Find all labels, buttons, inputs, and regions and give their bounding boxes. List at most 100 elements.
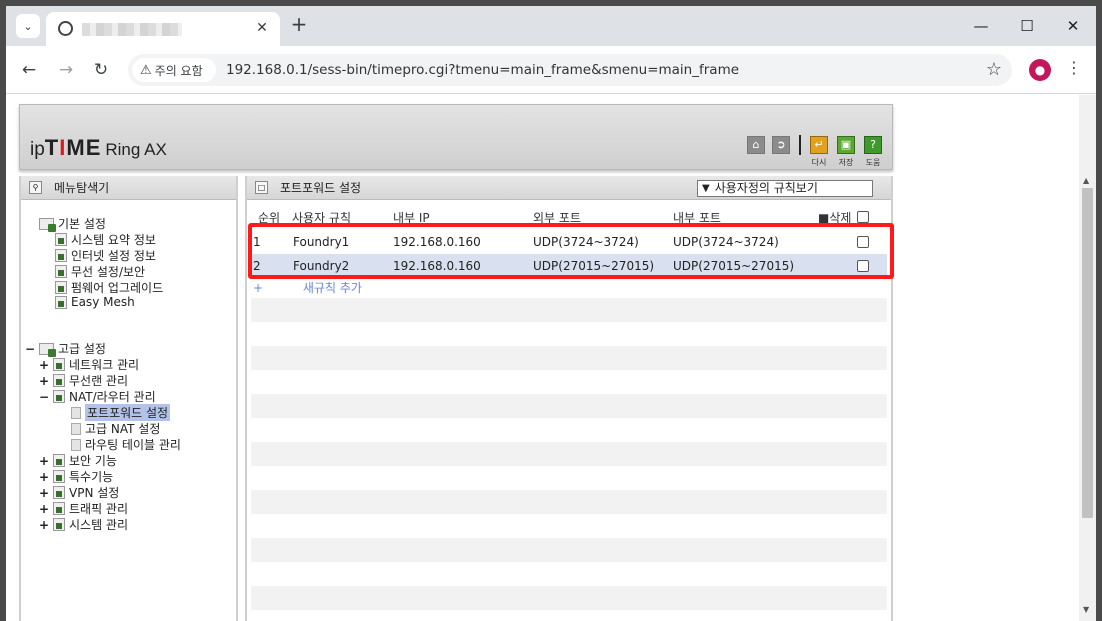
col-ip: 내부 IP: [393, 211, 430, 225]
url-text[interactable]: 192.168.0.1/sess-bin/timepro.cgi?tmenu=m…: [226, 62, 739, 78]
menu-wireless-security[interactable]: 무선 설정/보안: [55, 263, 145, 280]
menu-vpn[interactable]: + VPN 설정: [39, 484, 119, 501]
col-no: 순위: [258, 211, 281, 225]
logout-icon[interactable]: ➲: [772, 136, 790, 154]
add-rule-link[interactable]: + 새규칙 추가: [253, 279, 362, 296]
menu-advanced-settings[interactable]: − 고급 설정: [25, 340, 106, 357]
reload-icon[interactable]: ↻: [90, 59, 112, 81]
help-icon[interactable]: ?: [864, 136, 882, 154]
bookmark-star-icon[interactable]: ☆: [986, 59, 1002, 80]
menu-routing-table-label: 라우팅 테이블 관리: [85, 438, 181, 452]
menu-firmware-upgrade-label: 펌웨어 업그레이드: [71, 281, 164, 295]
row-delete-checkbox[interactable]: [857, 260, 869, 272]
menu-system-summary[interactable]: 시스템 요약 정보: [55, 231, 156, 248]
refresh-label[interactable]: 다시: [806, 157, 832, 168]
expand-plus-icon[interactable]: +: [39, 374, 49, 388]
menu-system[interactable]: + 시스템 관리: [39, 516, 128, 533]
table-row[interactable]: 2 Foundry2 192.168.0.160 UDP(27015~27015…: [251, 254, 887, 278]
forward-arrow-icon[interactable]: →: [55, 59, 77, 81]
menu-network[interactable]: + 네트워크 관리: [39, 356, 139, 373]
row-ext-port: UDP(27015~27015): [533, 259, 655, 273]
row-ip: 192.168.0.160: [393, 235, 481, 249]
tab-strip: ⌄ ✕ + — ☐ ✕: [6, 6, 1096, 46]
menu-firmware-upgrade[interactable]: 펌웨어 업그레이드: [55, 279, 163, 296]
router-admin-frame: ip TIME Ring AX ⌂ ➲ ↵ 다시 ▣ 저장 ? 도움 ⚲ 메뉴탐…: [19, 98, 894, 621]
port-forward-title: 포트포워드 설정: [280, 181, 362, 195]
col-int-port: 내부 포트: [673, 211, 721, 225]
expand-plus-icon[interactable]: +: [39, 518, 49, 532]
scroll-down-icon[interactable]: ▼: [1083, 605, 1089, 614]
menu-port-forward[interactable]: 포트포워드 설정: [71, 404, 171, 421]
tab-close-icon[interactable]: ✕: [254, 20, 270, 36]
menu-wireless-lan[interactable]: + 무선랜 관리: [39, 372, 128, 389]
toolbar-divider: [799, 135, 801, 155]
address-bar[interactable]: ⚠ 주의 요함 192.168.0.1/sess-bin/timepro.cgi…: [128, 54, 1012, 86]
expand-plus-icon[interactable]: +: [39, 486, 49, 500]
network-icon: [53, 358, 65, 371]
logo-model: Ring AX: [105, 140, 167, 159]
menu-nat-router-label: NAT/라우터 관리: [69, 390, 156, 404]
menu-kebab-icon[interactable]: ⋮: [1066, 58, 1082, 77]
active-tab[interactable]: ✕: [46, 12, 280, 46]
menu-easy-mesh[interactable]: Easy Mesh: [55, 295, 135, 309]
menu-basic-settings[interactable]: 기본 설정: [39, 215, 106, 232]
menu-port-forward-label: 포트포워드 설정: [85, 404, 171, 421]
rule-view-select[interactable]: ▼ 사용자정의 규칙보기: [697, 180, 873, 197]
menu-security[interactable]: + 보안 기능: [39, 452, 117, 469]
menu-special[interactable]: + 특수기능: [39, 468, 113, 485]
router-icon: [53, 390, 65, 403]
menu-system-summary-label: 시스템 요약 정보: [71, 233, 156, 247]
table-row[interactable]: 1 Foundry1 192.168.0.160 UDP(3724~3724) …: [251, 230, 887, 254]
expand-plus-icon[interactable]: +: [39, 358, 49, 372]
tab-title-redacted: [82, 23, 182, 36]
row-int-port: UDP(27015~27015): [673, 259, 795, 273]
col-delete: ■삭제: [818, 211, 852, 225]
add-rule-label: 새규칙 추가: [302, 281, 362, 295]
select-all-checkbox[interactable]: [857, 211, 869, 223]
refresh-icon[interactable]: ↵: [810, 136, 828, 154]
menu-system-label: 시스템 관리: [69, 518, 129, 532]
logo-t: T: [44, 135, 60, 160]
expand-plus-icon[interactable]: +: [39, 502, 49, 516]
row-no: 2: [253, 259, 261, 273]
expand-plus-icon[interactable]: +: [39, 470, 49, 484]
warning-triangle-icon: ⚠: [140, 62, 152, 78]
menu-advanced-nat-label: 고급 NAT 설정: [85, 422, 161, 436]
help-label[interactable]: 도움: [860, 157, 886, 168]
logo-ip: ip: [30, 139, 45, 160]
empty-row: [251, 490, 887, 514]
menu-advanced-nat[interactable]: 고급 NAT 설정: [71, 420, 160, 437]
new-tab-button[interactable]: +: [289, 14, 309, 35]
menu-internet-settings[interactable]: 인터넷 설정 정보: [55, 247, 156, 264]
save-label[interactable]: 저장: [833, 157, 859, 168]
logo-time: TIME: [45, 135, 102, 161]
collapse-minus-icon[interactable]: −: [25, 342, 35, 356]
traffic-icon: [53, 502, 65, 515]
minimize-button[interactable]: —: [969, 14, 993, 38]
scrollbar-thumb[interactable]: [1082, 188, 1093, 518]
home-icon[interactable]: ⌂: [747, 136, 765, 154]
scroll-up-icon[interactable]: ▲: [1083, 176, 1089, 185]
collapse-minus-icon[interactable]: −: [39, 390, 49, 404]
page-scrollbar[interactable]: ▲ ▼: [1079, 95, 1096, 621]
expand-plus-icon[interactable]: +: [39, 454, 49, 468]
menu-nat-router[interactable]: − NAT/라우터 관리: [39, 388, 156, 405]
save-icon[interactable]: ▣: [837, 136, 855, 154]
port-forward-panel: □ 포트포워드 설정 ▼ 사용자정의 규칙보기 순위 사용자 규칙 내부 IP …: [245, 176, 894, 621]
maximize-button[interactable]: ☐: [1015, 14, 1039, 38]
close-window-button[interactable]: ✕: [1061, 14, 1085, 38]
security-warning-chip[interactable]: ⚠ 주의 요함: [132, 58, 216, 82]
menu-routing-table[interactable]: 라우팅 테이블 관리: [71, 436, 181, 453]
menu-explorer: ⚲ 메뉴탐색기 기본 설정 시스템 요약 정보 인터넷 설정 정보 무선 설정/…: [19, 176, 238, 621]
menu-traffic[interactable]: + 트래픽 관리: [39, 500, 128, 517]
tab-search-chevron-icon[interactable]: ⌄: [16, 14, 40, 38]
empty-row: [251, 538, 887, 562]
row-delete-checkbox[interactable]: [857, 236, 869, 248]
row-ip: 192.168.0.160: [393, 259, 481, 273]
security-warning-label: 주의 요함: [154, 63, 203, 78]
page-icon: [71, 438, 81, 451]
back-arrow-icon[interactable]: ←: [18, 59, 40, 81]
profile-avatar-icon[interactable]: ●: [1029, 59, 1051, 81]
page-icon: [71, 422, 81, 435]
menu-wireless-lan-label: 무선랜 관리: [69, 374, 129, 388]
